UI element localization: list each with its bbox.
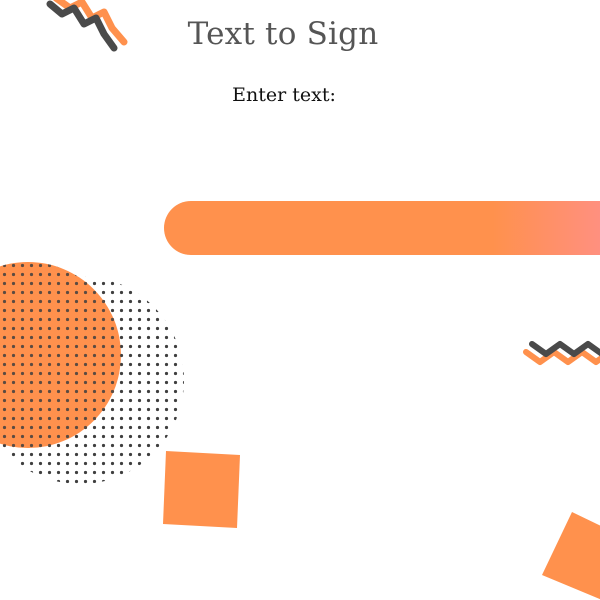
dot-pattern: [0, 276, 184, 484]
orange-circle-dots: [0, 262, 121, 448]
orange-circle: [0, 262, 121, 448]
page: Text to Sign Enter text:: [0, 0, 600, 600]
enter-text-label: Enter text:: [232, 84, 336, 106]
right-zigzag-icon: [523, 341, 600, 365]
text-input-bar[interactable]: [164, 201, 600, 255]
orange-square-rotated: [542, 512, 600, 600]
orange-square: [163, 451, 240, 528]
page-title: Text to Sign: [187, 16, 379, 52]
